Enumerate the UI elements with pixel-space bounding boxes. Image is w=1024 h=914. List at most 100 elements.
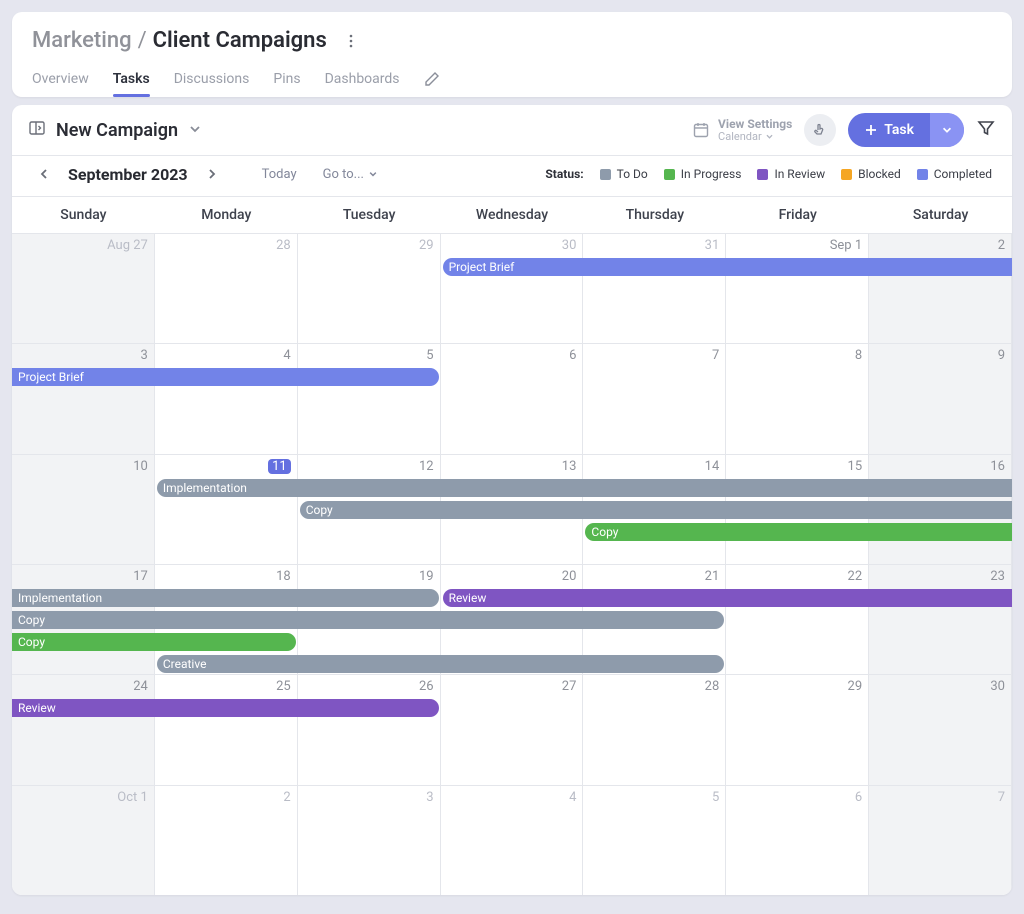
new-task-main[interactable]: Task	[848, 113, 930, 147]
day-cell[interactable]: 4	[155, 344, 298, 453]
day-cell[interactable]: 6	[441, 344, 584, 453]
day-cell[interactable]: 31	[583, 234, 726, 343]
prev-month-button[interactable]	[32, 162, 56, 186]
day-cell[interactable]: 11	[155, 455, 298, 564]
day-cell[interactable]: 29	[726, 675, 869, 784]
day-cell[interactable]: 26	[298, 675, 441, 784]
breadcrumb: Marketing / Client Campaigns	[12, 16, 1012, 59]
day-number: 4	[569, 790, 576, 805]
day-cell[interactable]: 24	[12, 675, 155, 784]
edit-tabs-button[interactable]	[424, 71, 440, 91]
day-cell[interactable]: 9	[869, 344, 1012, 453]
hand-pointer-icon	[812, 122, 828, 138]
panel-right-icon	[28, 119, 46, 137]
day-cell[interactable]: 5	[583, 786, 726, 895]
day-cell[interactable]: 6	[726, 786, 869, 895]
tab-tasks[interactable]: Tasks	[113, 65, 150, 97]
chevron-down-icon	[765, 132, 774, 141]
legend-label: Status:	[545, 167, 583, 181]
event-bar[interactable]: Copy	[585, 523, 1012, 541]
view-settings-button[interactable]: View Settings Calendar	[692, 118, 792, 142]
day-number: 2	[998, 238, 1005, 253]
chevron-right-icon	[205, 167, 219, 181]
day-cell[interactable]: Sep 1	[726, 234, 869, 343]
day-cell[interactable]: Oct 1	[12, 786, 155, 895]
week-row: Oct 1 2 3 4 56 7	[12, 785, 1012, 895]
day-cell[interactable]: 30	[441, 234, 584, 343]
week-row: 10111213141516ImplementationCopyCopy	[12, 454, 1012, 564]
event-bar[interactable]: Copy	[300, 501, 1012, 519]
goto-button[interactable]: Go to...	[323, 167, 378, 182]
day-cell[interactable]: 4	[441, 786, 584, 895]
next-month-button[interactable]	[200, 162, 224, 186]
event-bar[interactable]: Copy	[12, 633, 296, 651]
day-number: 26	[419, 679, 434, 694]
day-cell[interactable]: 27	[441, 675, 584, 784]
calendar-icon	[692, 121, 710, 139]
day-cell[interactable]: 3	[12, 344, 155, 453]
day-cell[interactable]: 7	[583, 344, 726, 453]
event-bar[interactable]: Project Brief	[443, 258, 1012, 276]
day-number: 6	[569, 348, 576, 363]
week-row: 17181920212223ImplementationReviewCopyCo…	[12, 564, 1012, 674]
new-task-button[interactable]: Task	[848, 113, 964, 147]
day-cell[interactable]: 2	[155, 786, 298, 895]
event-bar[interactable]: Implementation	[12, 589, 439, 607]
tab-overview[interactable]: Overview	[32, 65, 89, 97]
main-panel: New Campaign View Settings Calendar	[12, 105, 1012, 895]
legend-item-completed: Completed	[917, 167, 992, 181]
day-cell[interactable]: 29	[298, 234, 441, 343]
day-cell[interactable]: 5	[298, 344, 441, 453]
more-menu-button[interactable]	[343, 33, 359, 49]
month-label: September 2023	[68, 165, 188, 184]
tab-discussions[interactable]: Discussions	[174, 65, 250, 97]
event-bar[interactable]: Review	[443, 589, 1012, 607]
new-task-dropdown[interactable]	[930, 113, 964, 147]
filter-button[interactable]	[976, 118, 996, 142]
day-number: 15	[848, 459, 863, 474]
day-number: 7	[998, 790, 1005, 805]
day-number: 20	[562, 569, 577, 584]
day-number: 13	[562, 459, 577, 474]
day-cell[interactable]: 2	[869, 234, 1012, 343]
breadcrumb-separator: /	[138, 28, 147, 53]
tab-pins[interactable]: Pins	[273, 65, 300, 97]
day-number: 14	[705, 459, 720, 474]
day-number: 30	[562, 238, 577, 253]
day-cell[interactable]: 10	[12, 455, 155, 564]
day-cell[interactable]: 30	[869, 675, 1012, 784]
day-cell[interactable]: 8	[726, 344, 869, 453]
day-number: Aug 27	[107, 238, 148, 253]
day-number: 29	[848, 679, 863, 694]
campaign-dropdown[interactable]	[188, 121, 202, 140]
pointer-mode-button[interactable]	[804, 114, 836, 146]
day-cell[interactable]: 7	[869, 786, 1012, 895]
day-cell[interactable]: 23	[869, 565, 1012, 674]
event-bar[interactable]: Review	[12, 699, 439, 717]
event-bar[interactable]: Implementation	[157, 479, 1012, 497]
pencil-icon	[424, 71, 440, 87]
calendar: SundayMondayTuesdayWednesdayThursdayFrid…	[12, 196, 1012, 895]
day-cell[interactable]: 22	[726, 565, 869, 674]
day-cell[interactable]: 3	[298, 786, 441, 895]
day-cell[interactable]: 28	[155, 234, 298, 343]
event-bar[interactable]: Copy	[12, 611, 724, 629]
breadcrumb-parent[interactable]: Marketing	[32, 28, 132, 53]
toggle-sidebar-button[interactable]	[28, 119, 46, 141]
day-number: 5	[712, 790, 719, 805]
event-bar[interactable]: Project Brief	[12, 368, 439, 386]
toolbar: New Campaign View Settings Calendar	[12, 105, 1012, 155]
day-number: 18	[276, 569, 291, 584]
day-number: 3	[426, 790, 433, 805]
tab-dashboards[interactable]: Dashboards	[325, 65, 400, 97]
chevron-down-icon	[188, 122, 202, 136]
day-number: Oct 1	[117, 790, 148, 805]
day-cell[interactable]: 28	[583, 675, 726, 784]
header-panel: Marketing / Client Campaigns Overview Ta…	[12, 12, 1012, 97]
campaign-title[interactable]: New Campaign	[56, 120, 178, 141]
day-cell[interactable]: Aug 27	[12, 234, 155, 343]
day-cell[interactable]: 25	[155, 675, 298, 784]
event-bar[interactable]: Creative	[157, 655, 724, 673]
day-number: 17	[133, 569, 148, 584]
today-button[interactable]: Today	[262, 167, 297, 182]
